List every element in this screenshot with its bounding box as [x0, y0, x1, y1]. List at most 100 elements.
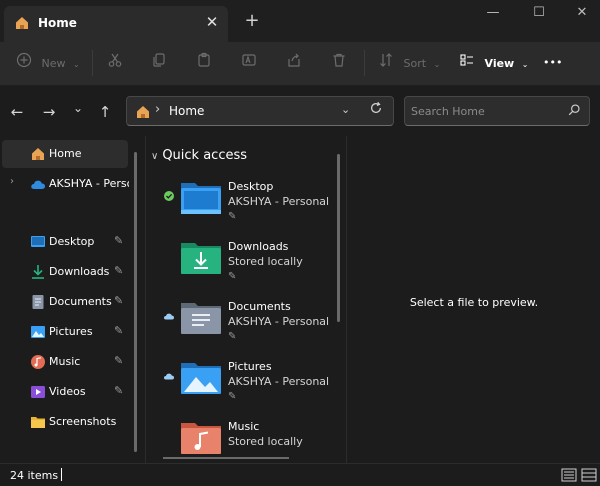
close-window-button[interactable]: ✕: [571, 4, 593, 22]
quick-access-label: Quick access: [162, 148, 248, 163]
folder-location: AKSHYA - Personal: [228, 195, 330, 208]
sidebar-item-desktop[interactable]: Desktop ✎: [2, 228, 128, 256]
toolbar-divider: [364, 50, 365, 76]
pin-icon[interactable]: ✎: [114, 324, 123, 337]
status-divider: [61, 468, 62, 481]
quick-access-item-pictures[interactable]: Pictures AKSHYA - Personal ✎: [147, 360, 337, 418]
new-button[interactable]: New ⌄: [16, 52, 80, 74]
refresh-icon[interactable]: [369, 101, 383, 119]
folder-location: Stored locally: [228, 255, 303, 268]
cut-button[interactable]: [107, 52, 123, 74]
sidebar-item-music[interactable]: Music ✎: [2, 348, 128, 376]
title-bar: Home ✕ + — ☐ ✕: [0, 0, 600, 42]
delete-button[interactable]: [331, 52, 347, 74]
breadcrumb-home[interactable]: Home: [169, 104, 204, 118]
new-label: New: [41, 57, 66, 70]
new-tab-button[interactable]: +: [243, 12, 261, 30]
copy-button[interactable]: [151, 52, 167, 74]
trash-icon: [331, 52, 347, 76]
pin-icon: ✎: [228, 331, 237, 342]
sidebar-item-pictures[interactable]: Pictures ✎: [2, 318, 128, 346]
quick-access-item-documents[interactable]: Documents AKSHYA - Personal ✎: [147, 300, 337, 358]
copy-icon: [151, 52, 167, 76]
folder-name: Downloads: [228, 240, 289, 253]
pin-icon[interactable]: ✎: [114, 234, 123, 247]
home-icon: [135, 104, 151, 123]
onedrive-cloud-icon: [30, 176, 46, 192]
pin-icon[interactable]: ✎: [114, 294, 123, 307]
download-icon: [30, 264, 46, 280]
more-options-button[interactable]: •••: [543, 52, 562, 74]
home-icon: [30, 146, 46, 162]
sidebar-item-documents[interactable]: Documents ✎: [2, 288, 128, 316]
back-button[interactable]: ←: [7, 102, 27, 122]
paste-button[interactable]: [196, 52, 212, 74]
search-box[interactable]: [404, 96, 590, 126]
details-view-icon[interactable]: [561, 468, 577, 482]
quick-access-item-downloads[interactable]: Downloads Stored locally ✎: [147, 240, 337, 298]
folder-name: Pictures: [228, 360, 272, 373]
pin-icon[interactable]: ✎: [114, 264, 123, 277]
horizontal-scrollbar[interactable]: [163, 457, 289, 459]
status-bar: 24 items: [0, 463, 600, 486]
recent-locations-button[interactable]: ⌄: [68, 98, 88, 118]
desktop-folder-icon: [181, 180, 221, 214]
maximize-button[interactable]: ☐: [528, 4, 550, 22]
tab-close-icon[interactable]: ✕: [203, 13, 221, 31]
pin-icon[interactable]: ✎: [114, 384, 123, 397]
item-count: 24 items: [10, 469, 59, 482]
tiles-view-icon[interactable]: [581, 468, 597, 482]
share-icon: [286, 52, 302, 76]
file-list-scrollbar[interactable]: [337, 154, 340, 322]
chevron-down-icon: ⌄: [73, 60, 80, 69]
sidebar-item-label: Home: [49, 147, 82, 160]
preview-message: Select a file to preview.: [409, 296, 539, 309]
downloads-folder-icon: [181, 240, 221, 274]
sort-icon: [378, 52, 394, 76]
folder-location: Stored locally: [228, 435, 303, 448]
view-layout-icon: [459, 52, 475, 76]
chevron-down-icon: ∨: [151, 151, 159, 162]
search-input[interactable]: [411, 101, 561, 121]
rename-button[interactable]: [241, 52, 257, 74]
chevron-right-icon[interactable]: ›: [10, 176, 14, 187]
up-button[interactable]: ↑: [95, 102, 115, 122]
navigation-pane: Home › AKSHYA - Perso Desktop ✎ Download…: [0, 136, 146, 463]
search-icon[interactable]: [567, 103, 581, 120]
share-button[interactable]: [286, 52, 302, 74]
sidebar-item-onedrive[interactable]: › AKSHYA - Perso: [2, 170, 129, 198]
tab-home[interactable]: Home ✕: [4, 6, 228, 42]
sort-label: Sort: [403, 57, 427, 70]
documents-icon: [30, 294, 46, 310]
music-icon: [30, 354, 46, 370]
sidebar-item-downloads[interactable]: Downloads ✎: [2, 258, 128, 286]
address-bar[interactable]: › Home ⌄: [126, 96, 394, 126]
view-button[interactable]: View ⌄: [459, 52, 528, 74]
folder-name: Music: [228, 420, 260, 433]
documents-folder-icon: [181, 300, 221, 334]
pictures-folder-icon: [181, 360, 221, 394]
cloud-icon: [163, 310, 175, 322]
scissors-icon: [107, 52, 123, 76]
pin-icon: ✎: [228, 391, 237, 402]
address-dropdown-icon[interactable]: ⌄: [341, 103, 350, 116]
forward-button[interactable]: →: [39, 102, 59, 122]
sidebar-item-home[interactable]: Home: [2, 140, 128, 168]
folder-location: AKSHYA - Personal: [228, 315, 330, 328]
sidebar-item-screenshots[interactable]: Screenshots: [2, 408, 128, 436]
sidebar-item-videos[interactable]: Videos ✎: [2, 378, 128, 406]
pin-icon[interactable]: ✎: [114, 354, 123, 367]
quick-access-header[interactable]: ∨ Quick access: [151, 148, 247, 163]
quick-access-item-desktop[interactable]: Desktop AKSHYA - Personal ✎: [147, 180, 337, 238]
desktop-icon: [30, 234, 46, 250]
folder-name: Documents: [228, 300, 291, 313]
sidebar-item-label: AKSHYA - Perso: [49, 177, 129, 190]
sidebar-item-label: Desktop: [49, 235, 95, 248]
breadcrumb-separator: ›: [155, 102, 161, 117]
sidebar-scrollbar[interactable]: [134, 152, 137, 452]
pin-icon: ✎: [228, 271, 237, 282]
add-circle-icon: [16, 52, 32, 76]
minimize-button[interactable]: —: [482, 4, 504, 22]
toolbar-divider: [92, 50, 93, 76]
sort-button[interactable]: Sort ⌄: [378, 52, 440, 74]
